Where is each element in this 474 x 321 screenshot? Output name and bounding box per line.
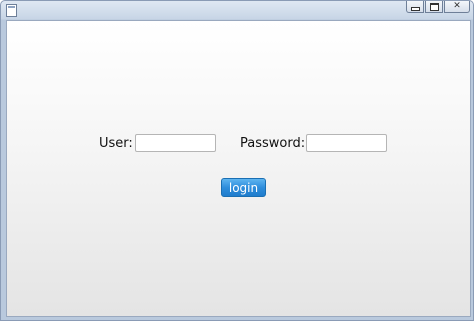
login-panel: User: Password: login — [6, 20, 471, 317]
user-input[interactable] — [135, 134, 216, 152]
user-label: User: — [99, 136, 133, 151]
maximize-icon — [429, 2, 439, 11]
close-icon: ✕ — [453, 1, 461, 11]
maximize-button[interactable] — [425, 1, 443, 13]
password-input[interactable] — [306, 134, 387, 152]
app-icon[interactable] — [6, 4, 17, 17]
minimize-icon — [410, 6, 420, 11]
password-label: Password: — [240, 136, 306, 151]
app-window: ✕ User: Password: login — [0, 0, 474, 321]
close-button[interactable]: ✕ — [444, 1, 470, 13]
login-button[interactable]: login — [221, 178, 266, 197]
minimize-button[interactable] — [406, 1, 424, 13]
title-bar[interactable]: ✕ — [1, 1, 473, 20]
caption-buttons: ✕ — [406, 1, 470, 13]
